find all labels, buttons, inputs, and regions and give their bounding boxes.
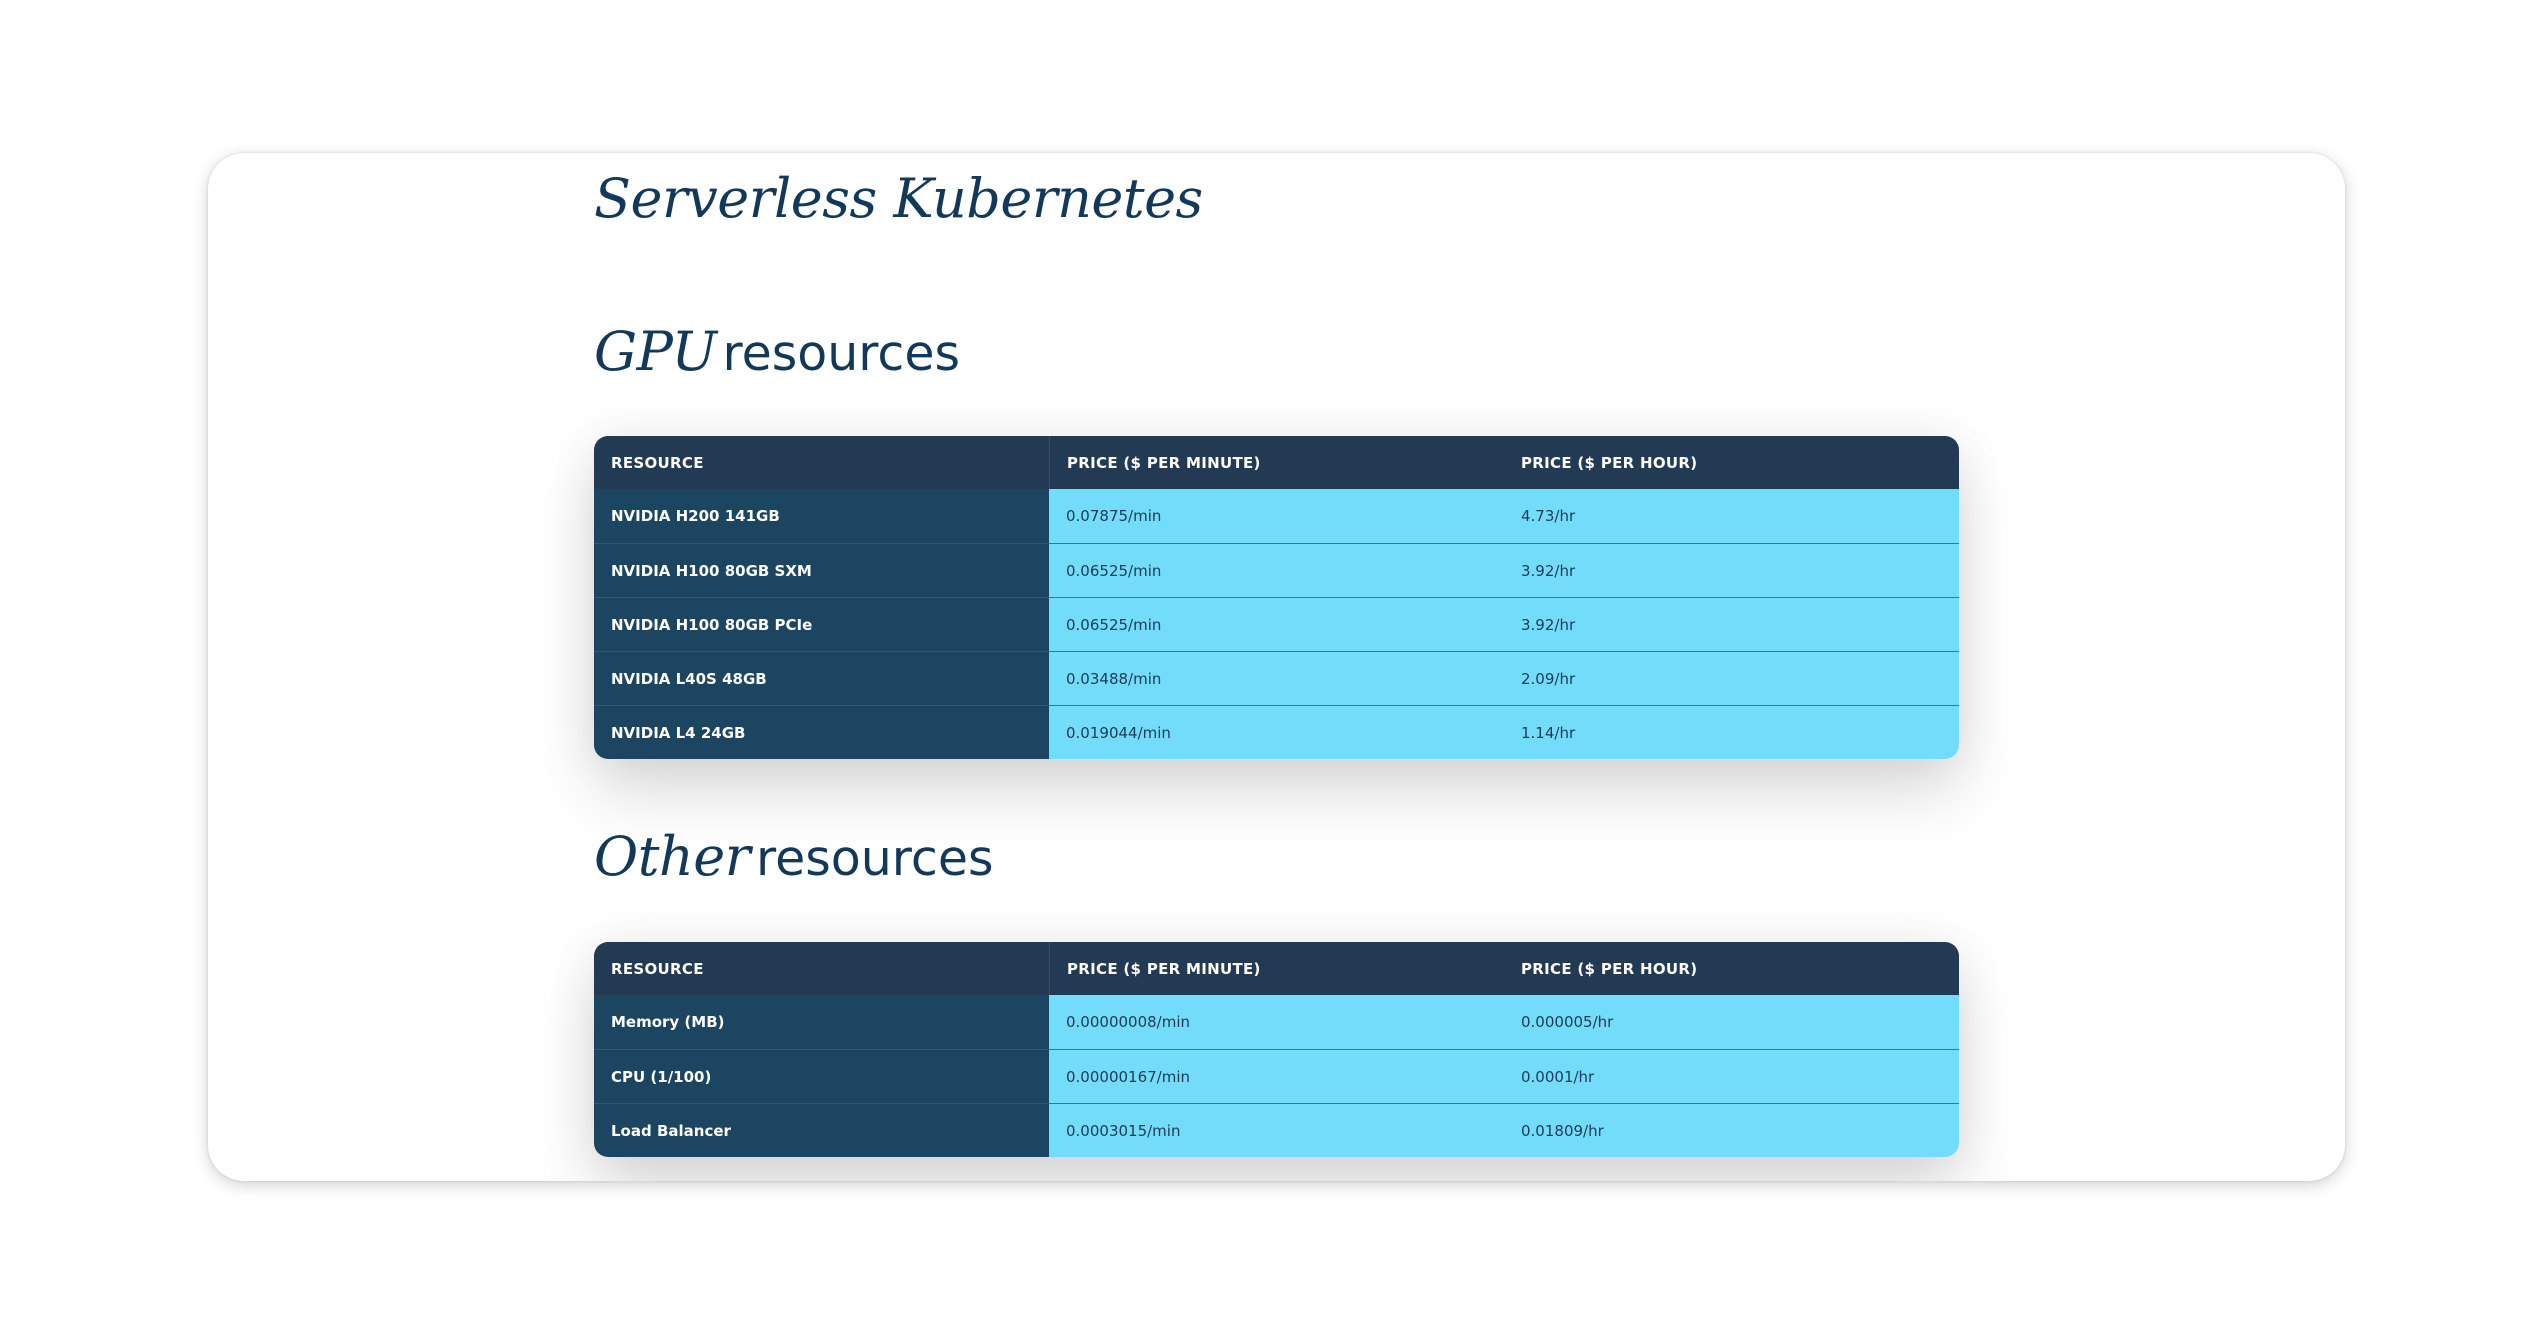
- price-per-minute-cell: 0.06525/min: [1049, 543, 1504, 597]
- price-per-hour-cell: 0.01809/hr: [1504, 1103, 1959, 1157]
- column-header-price-per-minute: PRICE ($ PER MINUTE): [1049, 436, 1504, 489]
- resource-cell: NVIDIA L4 24GB: [594, 705, 1049, 759]
- resource-cell: CPU (1/100): [594, 1049, 1049, 1103]
- column-header-price-per-hour: PRICE ($ PER HOUR): [1504, 942, 1959, 995]
- table-row: CPU (1/100) 0.00000167/min 0.0001/hr: [594, 1049, 1959, 1103]
- gpu-heading-rest: resources: [722, 325, 960, 382]
- resource-cell: NVIDIA H200 141GB: [594, 489, 1049, 543]
- other-resources-heading: Other resources: [594, 830, 994, 884]
- column-header-resource: RESOURCE: [594, 436, 1049, 489]
- table-row: Memory (MB) 0.00000008/min 0.000005/hr: [594, 995, 1959, 1049]
- price-per-minute-cell: 0.019044/min: [1049, 705, 1504, 759]
- price-per-minute-cell: 0.00000167/min: [1049, 1049, 1504, 1103]
- page-title: Serverless Kubernetes: [594, 167, 1203, 230]
- other-heading-emphasis: Other: [594, 825, 751, 888]
- other-pricing-table: RESOURCE PRICE ($ PER MINUTE) PRICE ($ P…: [594, 942, 1959, 1157]
- gpu-heading-emphasis: GPU: [594, 320, 717, 383]
- price-per-minute-cell: 0.03488/min: [1049, 651, 1504, 705]
- resource-cell: Memory (MB): [594, 995, 1049, 1049]
- resource-cell: NVIDIA H100 80GB SXM: [594, 543, 1049, 597]
- table-row: NVIDIA L4 24GB 0.019044/min 1.14/hr: [594, 705, 1959, 759]
- price-per-minute-cell: 0.0003015/min: [1049, 1103, 1504, 1157]
- table-header-row: RESOURCE PRICE ($ PER MINUTE) PRICE ($ P…: [594, 942, 1959, 995]
- resource-cell: NVIDIA L40S 48GB: [594, 651, 1049, 705]
- table-row: NVIDIA H100 80GB SXM 0.06525/min 3.92/hr: [594, 543, 1959, 597]
- price-per-minute-cell: 0.00000008/min: [1049, 995, 1504, 1049]
- table-row: NVIDIA L40S 48GB 0.03488/min 2.09/hr: [594, 651, 1959, 705]
- price-per-hour-cell: 3.92/hr: [1504, 597, 1959, 651]
- price-per-hour-cell: 2.09/hr: [1504, 651, 1959, 705]
- gpu-pricing-table: RESOURCE PRICE ($ PER MINUTE) PRICE ($ P…: [594, 436, 1959, 759]
- price-per-minute-cell: 0.07875/min: [1049, 489, 1504, 543]
- other-heading-rest: resources: [756, 830, 994, 887]
- table-header-row: RESOURCE PRICE ($ PER MINUTE) PRICE ($ P…: [594, 436, 1959, 489]
- resource-cell: Load Balancer: [594, 1103, 1049, 1157]
- price-per-hour-cell: 3.92/hr: [1504, 543, 1959, 597]
- price-per-hour-cell: 1.14/hr: [1504, 705, 1959, 759]
- price-per-hour-cell: 0.000005/hr: [1504, 995, 1959, 1049]
- resource-cell: NVIDIA H100 80GB PCIe: [594, 597, 1049, 651]
- gpu-resources-heading: GPU resources: [594, 325, 960, 379]
- price-per-hour-cell: 0.0001/hr: [1504, 1049, 1959, 1103]
- table-row: Load Balancer 0.0003015/min 0.01809/hr: [594, 1103, 1959, 1157]
- price-per-minute-cell: 0.06525/min: [1049, 597, 1504, 651]
- table-row: NVIDIA H100 80GB PCIe 0.06525/min 3.92/h…: [594, 597, 1959, 651]
- price-per-hour-cell: 4.73/hr: [1504, 489, 1959, 543]
- pricing-card: Serverless Kubernetes GPU resources RESOU…: [208, 153, 2345, 1181]
- column-header-price-per-hour: PRICE ($ PER HOUR): [1504, 436, 1959, 489]
- column-header-resource: RESOURCE: [594, 942, 1049, 995]
- column-header-price-per-minute: PRICE ($ PER MINUTE): [1049, 942, 1504, 995]
- table-row: NVIDIA H200 141GB 0.07875/min 4.73/hr: [594, 489, 1959, 543]
